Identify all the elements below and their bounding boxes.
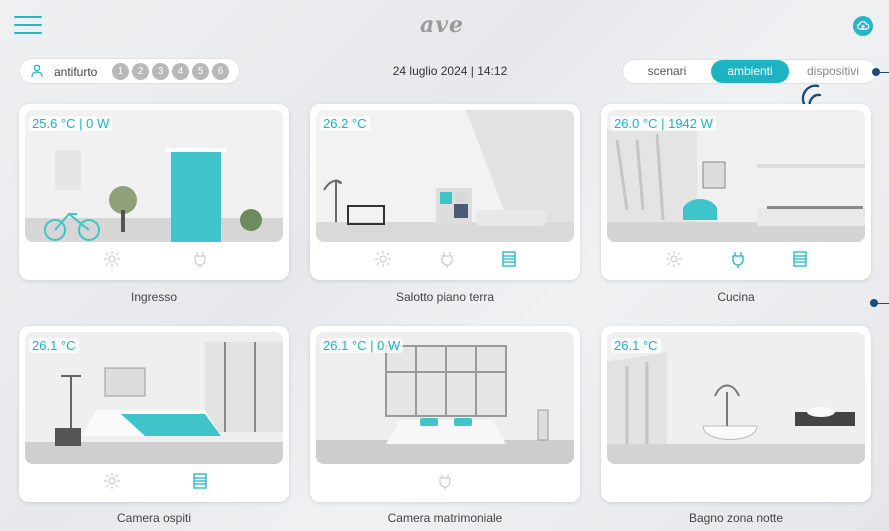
hint-line-middle <box>876 303 889 304</box>
room-card-camera-matrimoniale[interactable]: 26.1 °C | 0 W <box>310 326 580 502</box>
top-bar: ave <box>0 0 889 52</box>
alarm-person-icon <box>31 64 43 78</box>
alarm-label: antifurto <box>54 65 98 79</box>
alarm-zone-5[interactable]: 5 <box>192 63 209 80</box>
alarm-zone-3[interactable]: 3 <box>152 63 169 80</box>
plug-icon[interactable] <box>191 250 209 268</box>
plug-icon[interactable] <box>438 250 456 268</box>
room-reading: 25.6 °C | 0 W <box>29 116 113 131</box>
room-reading: 26.1 °C | 0 W <box>320 338 404 353</box>
room-device-icons <box>19 468 289 494</box>
room-card-camera-ospiti[interactable]: 26.1 °C <box>19 326 289 502</box>
room-name-ingresso: Ingresso <box>130 290 178 304</box>
room-name-bagno-zona-notte: Bagno zona notte <box>688 511 784 525</box>
room-device-icons <box>310 468 580 494</box>
hamburger-menu-icon[interactable] <box>14 16 42 36</box>
alarm-zone-6[interactable]: 6 <box>212 63 229 80</box>
shutter-icon[interactable] <box>500 250 518 268</box>
room-reading: 26.2 °C <box>320 116 370 131</box>
room-device-icons <box>601 468 871 494</box>
room-device-icons <box>19 246 289 272</box>
plug-icon[interactable] <box>436 472 454 490</box>
cloud-upload-icon[interactable] <box>853 16 873 36</box>
room-name-salotto-piano-terra: Salotto piano terra <box>395 290 495 304</box>
room-reading: 26.0 °C | 1942 W <box>611 116 716 131</box>
tab-scenari[interactable]: scenari <box>627 60 707 83</box>
room-card-ingresso[interactable]: 25.6 °C | 0 W <box>19 104 289 280</box>
room-name-camera-ospiti: Camera ospiti <box>116 511 192 525</box>
ave-logo: ave <box>420 12 465 38</box>
room-reading: 26.1 °C <box>611 338 661 353</box>
room-card-bagno-zona-notte[interactable]: 26.1 °C <box>601 326 871 502</box>
shutter-icon[interactable] <box>191 472 209 490</box>
room-card-salotto-piano-terra[interactable]: 26.2 °C <box>310 104 580 280</box>
alarm-status-pill[interactable]: antifurto 1 2 3 4 5 6 <box>19 58 240 84</box>
room-device-icons <box>601 246 871 272</box>
room-name-camera-matrimoniale: Camera matrimoniale <box>387 511 503 525</box>
date-time: 24 luglio 2024 | 14:12 <box>392 64 508 78</box>
plug-icon[interactable] <box>729 250 747 268</box>
light-bulb-icon[interactable] <box>374 250 392 268</box>
alarm-zone-2[interactable]: 2 <box>132 63 149 80</box>
light-bulb-icon[interactable] <box>103 250 121 268</box>
alarm-zone-1[interactable]: 1 <box>112 63 129 80</box>
hint-line-top <box>878 72 889 73</box>
shutter-icon[interactable] <box>791 250 809 268</box>
light-bulb-icon[interactable] <box>665 250 683 268</box>
room-card-cucina[interactable]: 26.0 °C | 1942 W <box>601 104 871 280</box>
light-bulb-icon[interactable] <box>103 472 121 490</box>
room-device-icons <box>310 246 580 272</box>
room-name-cucina: Cucina <box>717 290 755 304</box>
tab-ambienti[interactable]: ambienti <box>711 60 789 83</box>
alarm-zone-4[interactable]: 4 <box>172 63 189 80</box>
room-reading: 26.1 °C <box>29 338 79 353</box>
